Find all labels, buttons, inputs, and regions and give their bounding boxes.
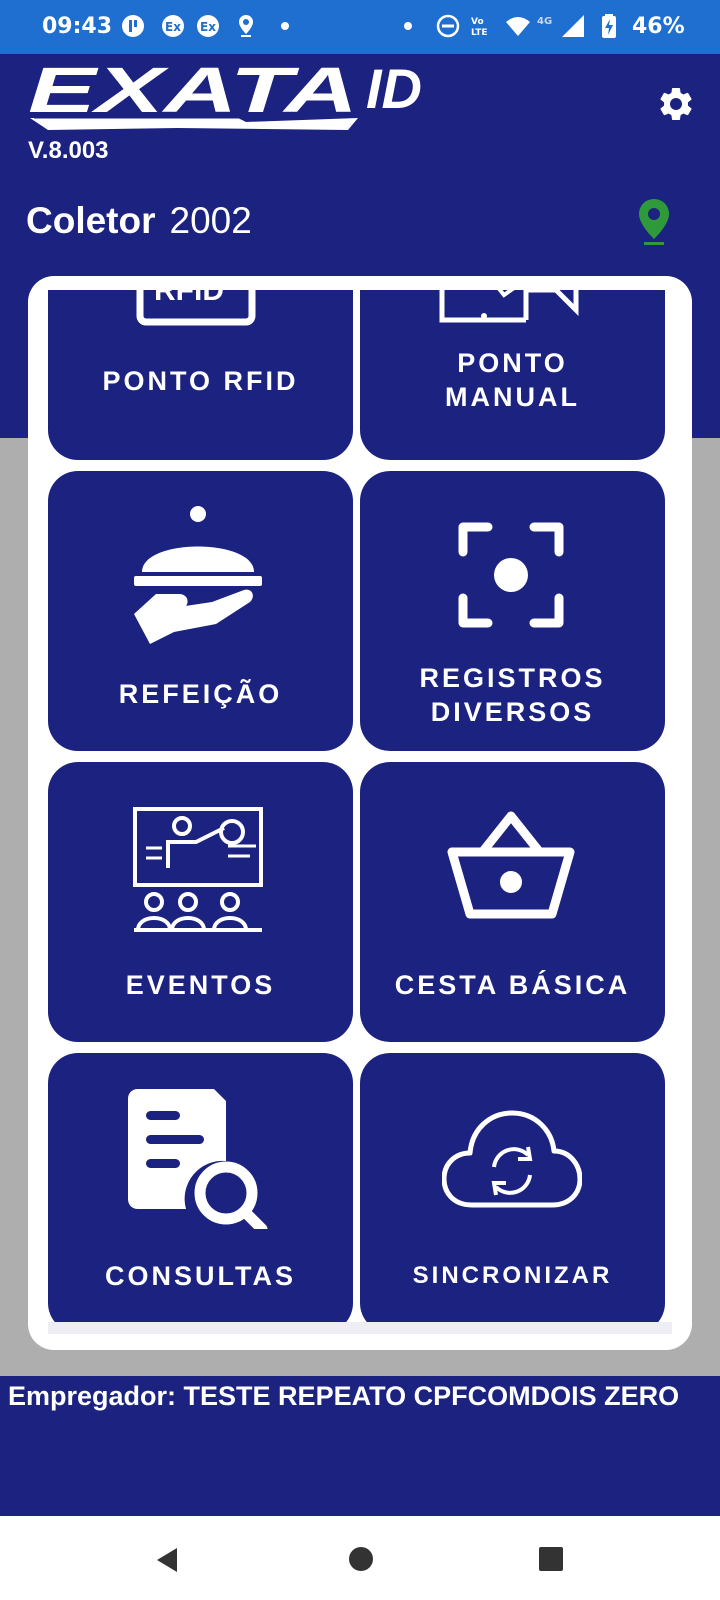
document-search-icon	[128, 1089, 268, 1229]
do-not-disturb-icon	[436, 14, 460, 38]
logo-suffix: ID	[366, 60, 422, 120]
manual-entry-icon	[439, 290, 579, 323]
svg-text:LTE: LTE	[471, 28, 488, 38]
basket-icon	[447, 811, 575, 919]
svg-text:4G: 4G	[537, 16, 552, 27]
presentation-icon	[133, 807, 263, 932]
tile-label: PONTO MANUAL	[445, 348, 580, 412]
gear-icon[interactable]	[656, 84, 696, 124]
tile-registros-diversos[interactable]: REGISTROS DIVERSOS	[360, 471, 665, 751]
employer-info: Empregador: TESTE REPEATO CPFCOMDOIS ZER…	[8, 1381, 679, 1412]
system-nav-bar	[0, 1516, 720, 1600]
exata-notification-icon: Ex	[197, 15, 219, 37]
tile-label: REFEIÇÃO	[118, 679, 283, 709]
exata-notification-icon: Ex	[162, 15, 184, 37]
dot-icon	[404, 22, 412, 30]
dot-icon	[281, 22, 289, 30]
tile-label: PONTO RFID	[102, 366, 299, 396]
tile-refeicao[interactable]: REFEIÇÃO	[48, 471, 353, 751]
recents-icon[interactable]	[538, 1546, 564, 1572]
volte-icon: VoLTE	[471, 17, 488, 38]
meal-tray-icon	[134, 506, 262, 644]
status-time: 09:43	[42, 14, 113, 39]
svg-text:RFID: RFID	[154, 290, 224, 307]
employer-label: Empregador:	[8, 1381, 177, 1411]
tile-consultas[interactable]: CONSULTAS	[48, 1053, 353, 1333]
location-pin-icon[interactable]	[635, 197, 673, 247]
tile-label: CESTA BÁSICA	[394, 970, 631, 1000]
collector-info: Coletor 2002	[26, 200, 252, 242]
back-icon[interactable]	[153, 1546, 181, 1574]
svg-text:Vo: Vo	[471, 17, 484, 27]
tile-eventos[interactable]: EVENTOS	[48, 762, 353, 1042]
collector-label: Coletor	[26, 200, 156, 241]
battery-level: 46%	[632, 14, 685, 39]
app-version: V.8.003	[28, 137, 109, 164]
sync-icon	[122, 15, 144, 37]
employer-value: TESTE REPEATO CPFCOMDOIS ZERO	[183, 1381, 680, 1411]
tile-cesta-basica[interactable]: CESTA BÁSICA	[360, 762, 665, 1042]
tile-label: REGISTROS DIVERSOS	[419, 663, 606, 727]
status-bar: 09:43 Ex Ex Vo LTE 4G 46%	[0, 0, 720, 54]
grid-bottom-edge	[48, 1322, 672, 1334]
location-icon	[239, 15, 253, 37]
svg-text:Ex: Ex	[165, 20, 181, 34]
tile-sincronizar[interactable]: SINCRONIZAR	[360, 1053, 665, 1333]
collector-value: 2002	[169, 200, 252, 241]
tile-ponto-manual[interactable]: PONTO MANUAL	[360, 290, 665, 460]
exata-id-logo: EXATA ID	[28, 60, 422, 130]
menu-card: RFID PONTO RFID PONTO MANUAL REFEIÇÃO RE…	[28, 276, 692, 1350]
home-icon[interactable]	[348, 1546, 374, 1572]
wifi-icon	[506, 17, 530, 36]
tile-label: CONSULTAS	[105, 1261, 296, 1291]
tile-ponto-rfid[interactable]: RFID PONTO RFID	[48, 290, 353, 460]
svg-text:Ex: Ex	[200, 20, 216, 34]
focus-camera-icon	[458, 522, 564, 628]
signal-icon: 4G	[537, 15, 584, 37]
tile-label: SINCRONIZAR	[412, 1262, 613, 1289]
tile-label: EVENTOS	[125, 970, 276, 1000]
rfid-icon: RFID	[136, 290, 256, 326]
menu-grid: RFID PONTO RFID PONTO MANUAL REFEIÇÃO RE…	[48, 290, 672, 1334]
battery-charging-icon	[602, 14, 616, 38]
cloud-sync-icon	[442, 1110, 582, 1208]
